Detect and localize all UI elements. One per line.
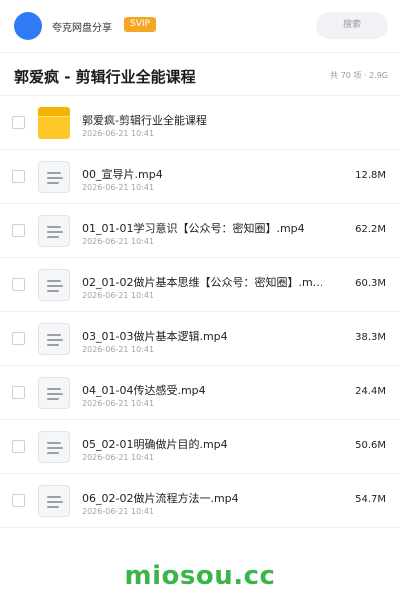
username: 夸克网盘分享	[52, 23, 112, 34]
video-file-icon	[38, 485, 70, 517]
folder-icon	[38, 107, 70, 139]
list-item[interactable]: 05_02-01明确做片目的.mp4 2026-06-21 10:41 50.6…	[0, 420, 400, 474]
file-name: 郭爱疯-剪辑行业全能课程	[82, 114, 207, 127]
avatar[interactable]	[14, 12, 42, 40]
file-size: 24.4M	[355, 386, 386, 397]
video-file-icon	[38, 431, 70, 463]
select-checkbox[interactable]	[12, 170, 25, 183]
file-name: 02_01-02做片基本思维【公众号：密知圈】.m…	[82, 276, 322, 289]
select-checkbox[interactable]	[12, 278, 25, 291]
file-date: 2026-06-21 10:41	[82, 453, 155, 462]
list-item-folder[interactable]: 郭爱疯-剪辑行业全能课程 2026-06-21 10:41	[0, 96, 400, 150]
top-bar: 夸克网盘分享 SVIP 搜索	[0, 0, 400, 52]
list-item[interactable]: 03_01-03做片基本逻辑.mp4 2026-06-21 10:41 38.3…	[0, 312, 400, 366]
video-file-icon	[38, 377, 70, 409]
divider	[0, 52, 400, 53]
select-checkbox[interactable]	[12, 386, 25, 399]
select-checkbox[interactable]	[12, 440, 25, 453]
video-file-icon	[38, 323, 70, 355]
watermark: miosou.cc	[124, 561, 276, 591]
file-date: 2026-06-21 10:41	[82, 507, 155, 516]
file-size: 50.6M	[355, 440, 386, 451]
file-name: 05_02-01明确做片目的.mp4	[82, 438, 228, 451]
file-name: 06_02-02做片流程方法一.mp4	[82, 492, 239, 505]
select-checkbox[interactable]	[12, 494, 25, 507]
video-file-icon	[38, 215, 70, 247]
file-date: 2026-06-21 10:41	[82, 183, 155, 192]
file-date: 2026-06-21 10:41	[82, 399, 155, 408]
search-input[interactable]: 搜索	[316, 12, 388, 39]
list-item[interactable]: 01_01-01学习意识【公众号：密知圈】.mp4 2026-06-21 10:…	[0, 204, 400, 258]
file-list: 郭爱疯-剪辑行业全能课程 2026-06-21 10:41 00_宣导片.mp4…	[0, 96, 400, 528]
file-name: 00_宣导片.mp4	[82, 168, 163, 181]
file-date: 2026-06-21 10:41	[82, 237, 155, 246]
file-size: 62.2M	[355, 224, 386, 235]
select-checkbox[interactable]	[12, 332, 25, 345]
list-item[interactable]: 06_02-02做片流程方法一.mp4 2026-06-21 10:41 54.…	[0, 474, 400, 528]
select-checkbox[interactable]	[12, 116, 25, 129]
page-title: 郭爱疯 - 剪辑行业全能课程	[14, 68, 196, 86]
file-name: 04_01-04传达感受.mp4	[82, 384, 206, 397]
file-size: 60.3M	[355, 278, 386, 289]
file-size: 54.7M	[355, 494, 386, 505]
list-item[interactable]: 00_宣导片.mp4 2026-06-21 10:41 12.8M	[0, 150, 400, 204]
list-item[interactable]: 02_01-02做片基本思维【公众号：密知圈】.m… 2026-06-21 10…	[0, 258, 400, 312]
file-name: 01_01-01学习意识【公众号：密知圈】.mp4	[82, 222, 305, 235]
file-date: 2026-06-21 10:41	[82, 345, 155, 354]
file-name: 03_01-03做片基本逻辑.mp4	[82, 330, 228, 343]
file-size: 38.3M	[355, 332, 386, 343]
file-date: 2026-06-21 10:41	[82, 129, 155, 138]
video-file-icon	[38, 269, 70, 301]
file-date: 2026-06-21 10:41	[82, 291, 155, 300]
select-checkbox[interactable]	[12, 224, 25, 237]
list-item[interactable]: 04_01-04传达感受.mp4 2026-06-21 10:41 24.4M	[0, 366, 400, 420]
share-meta: 共 70 项 · 2.9G	[330, 71, 388, 80]
video-file-icon	[38, 161, 70, 193]
file-size: 12.8M	[355, 170, 386, 181]
svip-badge: SVIP	[124, 17, 156, 32]
